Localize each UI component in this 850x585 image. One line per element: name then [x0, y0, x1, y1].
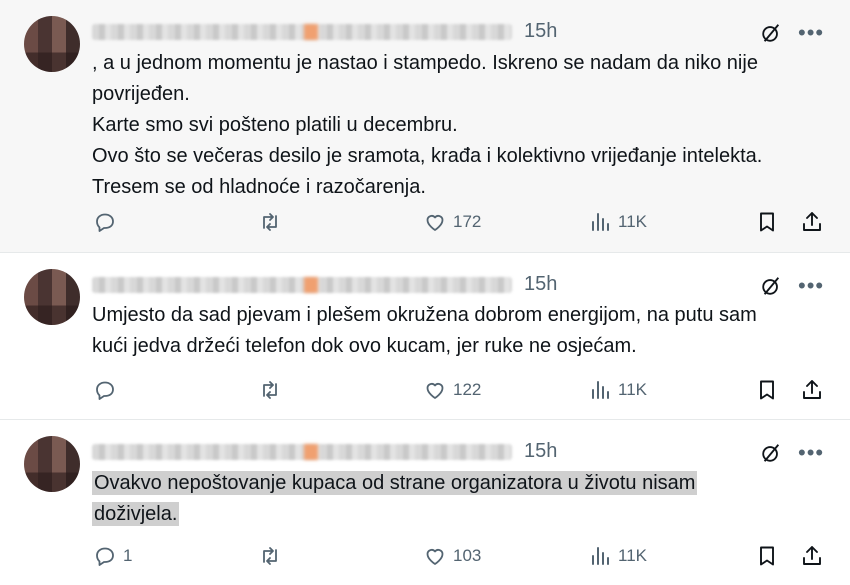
text-line: Karte smo svi pošteno platili u decembru…	[92, 114, 458, 136]
tweet-timestamp[interactable]: 15h	[524, 273, 557, 296]
views-icon	[592, 381, 609, 399]
more-icon[interactable]: •••	[798, 442, 824, 464]
repost-button[interactable]	[258, 378, 282, 402]
text-line: , a u jednom momentu je nastao i stamped…	[92, 52, 758, 74]
reply-icon	[96, 547, 114, 566]
text-line: Tresem se od hladnoće i razočarenja.	[92, 176, 426, 198]
highlighted-text: doživjela.	[92, 502, 180, 526]
view-count: 11K	[618, 380, 647, 399]
views-button[interactable]: 11K	[588, 378, 647, 402]
bookmark-button[interactable]	[755, 544, 779, 568]
bookmark-icon	[760, 546, 774, 566]
bookmark-button[interactable]	[755, 378, 779, 402]
grok-icon[interactable]	[760, 442, 782, 464]
share-button[interactable]	[800, 210, 824, 234]
avatar[interactable]	[24, 436, 80, 492]
like-button[interactable]: 172	[423, 210, 481, 234]
share-button[interactable]	[800, 544, 824, 568]
grok-icon[interactable]	[760, 275, 782, 297]
heart-icon	[426, 215, 444, 231]
tweet-3[interactable]: 15h ••• Ovakvo nepoštovanje kupaca od st…	[0, 420, 850, 585]
repost-icon	[263, 213, 277, 231]
bookmark-icon	[760, 380, 774, 400]
views-button[interactable]: 11K	[588, 544, 647, 568]
tweet-text: , a u jednom momentu je nastao i stamped…	[92, 48, 832, 203]
text-line: kući jedva držeći telefon dok ovo kucam,…	[92, 335, 637, 357]
repost-button[interactable]	[258, 544, 282, 568]
reply-button[interactable]: 1	[93, 544, 132, 568]
text-line: Ovo što se večeras desilo je sramota, kr…	[92, 145, 763, 167]
views-icon	[592, 547, 609, 565]
tweet-text: Ovakvo nepoštovanje kupaca od strane org…	[92, 468, 832, 530]
avatar[interactable]	[24, 269, 80, 325]
text-line: povrijeđen.	[92, 83, 190, 105]
text-line: Ovakvo nepoštovanje kupaca od strane org…	[92, 468, 832, 499]
highlighted-text: Ovakvo nepoštovanje kupaca od strane org…	[92, 471, 698, 495]
bookmark-button[interactable]	[755, 210, 779, 234]
heart-icon	[426, 383, 444, 399]
share-icon	[803, 380, 821, 399]
reply-button[interactable]	[93, 210, 123, 234]
like-button[interactable]: 122	[423, 378, 481, 402]
text-line: Umjesto da sad pjevam i plešem okružena …	[92, 304, 757, 326]
views-icon	[592, 213, 609, 231]
reply-button[interactable]	[93, 378, 123, 402]
blurred-author-name[interactable]	[92, 24, 512, 40]
like-count: 122	[453, 380, 482, 399]
bookmark-icon	[760, 212, 774, 232]
grok-icon[interactable]	[760, 22, 782, 44]
reply-icon	[96, 381, 114, 400]
like-count: 172	[453, 212, 482, 231]
tweet-2[interactable]: 15h ••• Umjesto da sad pjevam i plešem o…	[0, 253, 850, 420]
repost-icon	[263, 547, 277, 565]
repost-icon	[263, 381, 277, 399]
view-count: 11K	[618, 212, 647, 231]
share-icon	[803, 546, 821, 565]
repost-button[interactable]	[258, 210, 282, 234]
tweet-1[interactable]: 15h ••• , a u jednom momentu je nastao i…	[0, 0, 850, 253]
blurred-author-name[interactable]	[92, 277, 512, 293]
avatar[interactable]	[24, 16, 80, 72]
view-count: 11K	[618, 546, 647, 565]
more-icon[interactable]: •••	[798, 275, 824, 297]
reply-icon	[96, 213, 114, 232]
like-button[interactable]: 103	[423, 544, 481, 568]
share-icon	[803, 212, 821, 231]
more-icon[interactable]: •••	[798, 22, 824, 44]
views-button[interactable]: 11K	[588, 210, 647, 234]
heart-icon	[426, 549, 444, 565]
blurred-author-name[interactable]	[92, 444, 512, 460]
tweet-timestamp[interactable]: 15h	[524, 440, 557, 463]
tweet-text: Umjesto da sad pjevam i plešem okružena …	[92, 300, 832, 362]
reply-count: 1	[123, 546, 133, 565]
share-button[interactable]	[800, 378, 824, 402]
tweet-timestamp[interactable]: 15h	[524, 20, 557, 43]
text-line: doživjela.	[92, 499, 832, 530]
like-count: 103	[453, 546, 482, 565]
